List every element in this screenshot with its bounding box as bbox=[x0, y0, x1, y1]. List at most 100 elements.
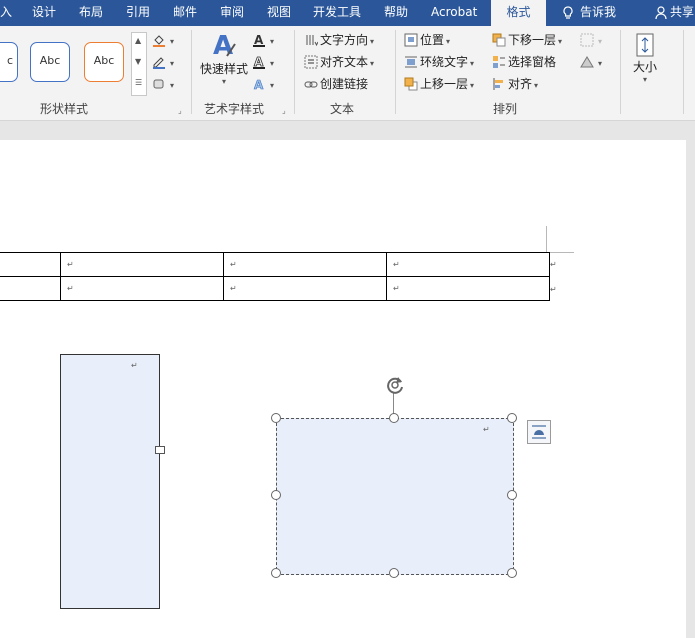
document-table[interactable]: ↵ ↵ ↵ ↵ ↵ ↵ bbox=[0, 252, 550, 301]
row-end-mark: ↵ bbox=[550, 260, 557, 269]
create-link-label: 创建链接 bbox=[320, 77, 369, 91]
table-cell[interactable]: ↵ bbox=[223, 276, 387, 301]
shape-outline-button[interactable]: ▾ bbox=[152, 52, 174, 72]
tab-view[interactable]: 视图 bbox=[267, 0, 291, 26]
resize-handle[interactable] bbox=[271, 413, 281, 423]
table-cell[interactable]: ↵ bbox=[60, 252, 224, 277]
selection-pane-icon bbox=[493, 55, 505, 68]
tab-developer[interactable]: 开发工具 bbox=[313, 0, 361, 26]
text-outline-icon: A bbox=[253, 55, 265, 69]
group-label-arrange: 排列 bbox=[493, 102, 518, 116]
text-effects-icon: A bbox=[254, 77, 265, 90]
text-outline-button[interactable]: A ▾ bbox=[252, 52, 274, 72]
table-row: ↵ ↵ ↵ bbox=[0, 252, 550, 277]
position-button[interactable]: 位置 ▾ bbox=[404, 30, 450, 50]
dialog-launcher-icon[interactable]: ⌟ bbox=[178, 106, 182, 115]
rotate-handle-icon[interactable] bbox=[384, 374, 406, 399]
resize-handle[interactable] bbox=[507, 568, 517, 578]
shape-effects-icon bbox=[153, 79, 164, 88]
shape-effects-button[interactable]: ▾ bbox=[152, 74, 174, 94]
table-cell[interactable]: ↵ bbox=[386, 276, 550, 301]
size-button[interactable]: 大小 ▾ bbox=[628, 32, 662, 84]
create-link-button[interactable]: 创建链接 bbox=[304, 74, 368, 94]
tab-tell-me[interactable]: 告诉我 bbox=[562, 0, 616, 26]
tab-format[interactable]: 格式 bbox=[491, 0, 546, 26]
align-text-icon bbox=[304, 55, 318, 68]
tab-insert[interactable]: 入 bbox=[0, 0, 12, 26]
quick-styles-button[interactable]: A 快速样式 ▾ bbox=[198, 30, 250, 94]
quick-styles-label: 快速样式 bbox=[199, 62, 248, 76]
tab-references[interactable]: 引用 bbox=[126, 0, 150, 26]
person-icon bbox=[655, 5, 667, 19]
send-backward-button[interactable]: 下移一层 ▾ bbox=[492, 30, 562, 50]
resize-handle[interactable] bbox=[389, 568, 399, 578]
text-fill-icon: A bbox=[253, 33, 265, 47]
resize-handle[interactable] bbox=[271, 568, 281, 578]
tab-acrobat[interactable]: Acrobat bbox=[431, 0, 477, 26]
group-separator bbox=[191, 30, 192, 114]
shape-style-gallery-scroll[interactable]: ▲ ▼ ☰ bbox=[131, 32, 147, 96]
tab-help[interactable]: 帮助 bbox=[384, 0, 408, 26]
layout-options-button[interactable] bbox=[527, 420, 551, 444]
rectangle-shape[interactable]: ↵ bbox=[60, 354, 160, 609]
rotate-button[interactable]: ▾ bbox=[580, 52, 602, 72]
paint-bucket-icon bbox=[153, 34, 165, 47]
share-button[interactable]: 共享 bbox=[655, 0, 694, 26]
layout-options-icon bbox=[532, 425, 546, 439]
size-label: 大小 bbox=[632, 60, 657, 74]
table-cell[interactable] bbox=[0, 276, 61, 301]
wordart-a-icon: A bbox=[213, 31, 236, 60]
text-fill-button[interactable]: A ▾ bbox=[252, 30, 274, 50]
shape-style-thumb-2[interactable]: Abc bbox=[30, 42, 70, 82]
link-icon bbox=[304, 81, 318, 87]
shape-style-thumb-1[interactable]: c bbox=[0, 42, 18, 82]
margin-corner-mark bbox=[546, 226, 547, 252]
align-text-button[interactable]: 对齐文本 ▾ bbox=[304, 52, 374, 72]
document-page[interactable]: ↵ ↵ ↵ ↵ ↵ ↵ ↵ ↵ ↵ ↵ bbox=[0, 140, 686, 638]
resize-handle[interactable] bbox=[389, 413, 399, 423]
bring-forward-button[interactable]: 上移一层 ▾ bbox=[404, 74, 474, 94]
send-backward-label: 下移一层 bbox=[508, 33, 557, 47]
tab-design[interactable]: 设计 bbox=[32, 0, 56, 26]
share-label: 共享 bbox=[670, 5, 695, 19]
tab-review[interactable]: 审阅 bbox=[220, 0, 244, 26]
svg-text:A: A bbox=[254, 33, 264, 47]
send-backward-icon bbox=[492, 33, 506, 46]
tab-mailings[interactable]: 邮件 bbox=[173, 0, 197, 26]
group-objects-button[interactable]: ▾ bbox=[580, 30, 602, 50]
ribbon: c Abc Abc ▲ ▼ ☰ ▾ ▾ ▾ 形状样式 ⌟ A 快速样式 ▾ A ▾ A… bbox=[0, 26, 695, 121]
dialog-launcher-icon[interactable]: ⌟ bbox=[282, 106, 286, 115]
table-row: ↵ ↵ ↵ bbox=[0, 276, 550, 301]
table-cell[interactable]: ↵ bbox=[223, 252, 387, 277]
selection-pane-label: 选择窗格 bbox=[508, 55, 557, 69]
resize-handle[interactable] bbox=[507, 413, 517, 423]
resize-handle[interactable] bbox=[271, 490, 281, 500]
vertical-scrollbar[interactable] bbox=[686, 140, 695, 638]
resize-handle[interactable] bbox=[507, 490, 517, 500]
table-cell[interactable]: ↵ bbox=[386, 252, 550, 277]
group-label-wordart: 艺术字样式 bbox=[204, 102, 265, 116]
paragraph-mark: ↵ bbox=[483, 425, 490, 434]
group-separator bbox=[395, 30, 396, 114]
selection-pane-button[interactable]: 选择窗格 bbox=[492, 52, 556, 72]
resize-handle[interactable] bbox=[155, 446, 165, 454]
text-effects-button[interactable]: A ▾ bbox=[252, 74, 274, 94]
ribbon-tab-bar: 入 设计 布局 引用 邮件 审阅 视图 开发工具 帮助 Acrobat 格式 告… bbox=[0, 0, 695, 26]
wrap-text-label: 环绕文字 bbox=[420, 55, 469, 69]
tab-layout[interactable]: 布局 bbox=[79, 0, 103, 26]
text-direction-button[interactable]: 文字方向 ▾ bbox=[304, 30, 374, 50]
table-cell[interactable]: ↵ bbox=[60, 276, 224, 301]
svg-text:A: A bbox=[213, 31, 233, 60]
wrap-text-button[interactable]: 环绕文字 ▾ bbox=[404, 52, 474, 72]
tell-me-label: 告诉我 bbox=[580, 5, 617, 19]
margin-corner-mark bbox=[546, 252, 574, 253]
align-label: 对齐 bbox=[508, 77, 533, 91]
shape-fill-button[interactable]: ▾ bbox=[152, 30, 174, 50]
align-button[interactable]: 对齐 ▾ bbox=[492, 74, 538, 94]
shape-style-thumb-3[interactable]: Abc bbox=[84, 42, 124, 82]
bring-forward-label: 上移一层 bbox=[420, 77, 469, 91]
group-separator bbox=[294, 30, 295, 114]
selected-rectangle-shape[interactable]: ↵ bbox=[276, 418, 514, 575]
table-cell[interactable] bbox=[0, 252, 61, 277]
pen-outline-icon bbox=[153, 56, 165, 69]
